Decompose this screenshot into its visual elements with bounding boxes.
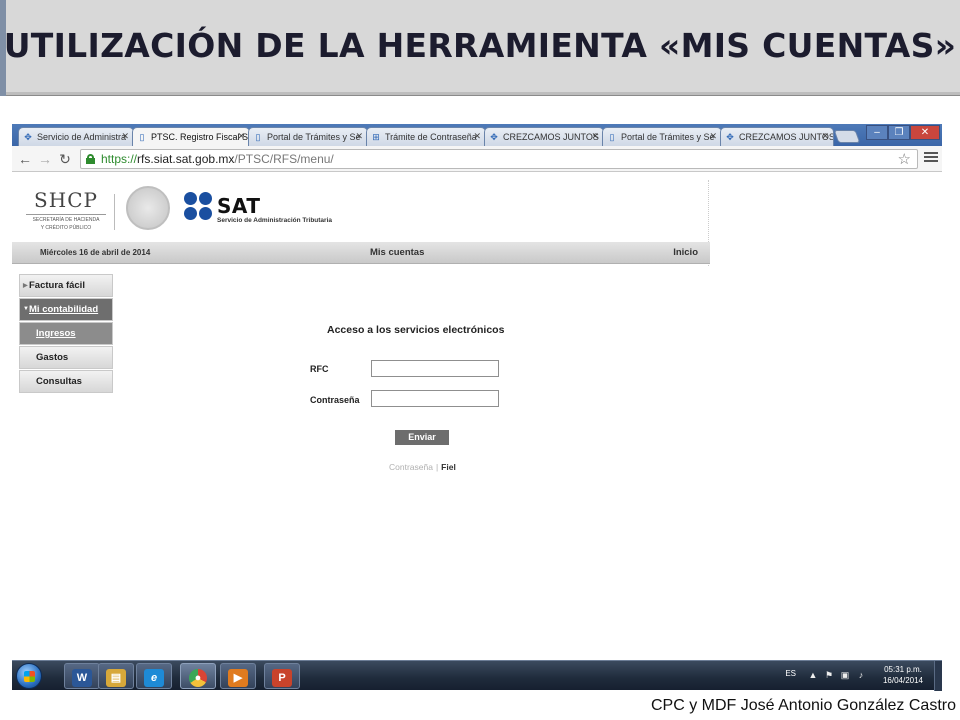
menu-item-factura-facil[interactable]: ▶ Factura fácil	[19, 274, 113, 297]
taskbar-explorer-icon[interactable]: ▤	[98, 663, 134, 689]
menu-item-mi-contabilidad[interactable]: ▼ Mi contabilidad	[19, 298, 113, 321]
fiel-auth-link[interactable]: Fiel	[441, 462, 456, 472]
tab-label: Portal de Trámites y Se	[621, 132, 715, 142]
sat-logo-text: SAT	[217, 194, 261, 218]
maximize-icon[interactable]: ❐	[888, 125, 910, 140]
login-title: Acceso a los servicios electrónicos	[327, 324, 505, 336]
tab-label: PTSC. Registro Fiscal S	[151, 132, 249, 142]
tab-close-icon[interactable]: ✕	[121, 131, 129, 142]
back-arrow-icon[interactable]: ←	[16, 150, 34, 168]
windows-taskbar: W ▤ e ● ▶ P ES ▲ ⚑ ▣ ♪ 05:31 p.m. 16/04/…	[12, 660, 942, 691]
site-navbar: Miércoles 16 de abril de 2014 Mis cuenta…	[12, 242, 710, 264]
national-seal-icon	[126, 186, 170, 230]
tab-label: Trámite de Contraseña	[385, 132, 477, 142]
browser-window: ✥ Servicio de Administra ✕ ▯ PTSC. Regis…	[12, 124, 942, 660]
sat-favicon-icon: ✥	[490, 132, 498, 142]
bookmark-star-icon[interactable]: ☆	[898, 150, 911, 168]
tab-portal-tramites-2[interactable]: ▯ Portal de Trámites y Se ✕	[602, 127, 722, 146]
lock-icon	[86, 154, 95, 164]
action-center-flag-icon[interactable]: ⚑	[824, 670, 834, 680]
window-controls: – ❐ ✕	[866, 125, 940, 141]
new-tab-button[interactable]	[833, 130, 861, 143]
taskbar-powerpoint-icon[interactable]: P	[264, 663, 300, 689]
side-menu: ▶ Factura fácil ▼ Mi contabilidad Ingres…	[19, 274, 113, 394]
menu-item-gastos[interactable]: Gastos	[19, 346, 113, 369]
tab-close-icon[interactable]: ✕	[355, 131, 363, 142]
taskbar-chrome-icon[interactable]: ●	[180, 663, 216, 689]
slide-footer-credit: CPC y MDF José Antonio González Castro	[650, 697, 956, 714]
tab-close-icon[interactable]: ✕	[591, 131, 599, 142]
close-window-icon[interactable]: ✕	[910, 125, 940, 140]
reload-icon[interactable]: ↻	[56, 150, 74, 168]
tab-label: Servicio de Administra	[37, 132, 127, 142]
sat-logo-icon	[184, 192, 214, 222]
taskbar-media-icon[interactable]: ▶	[220, 663, 256, 689]
address-bar[interactable]: https://rfs.siat.sat.gob.mx/PTSC/RFS/men…	[80, 149, 918, 169]
sat-logo-subtitle: Servicio de Administración Tributaria	[217, 217, 332, 224]
rfc-label: RFC	[310, 364, 329, 374]
taskbar-word-icon[interactable]: W	[64, 663, 100, 689]
tab-servicio-administracion[interactable]: ✥ Servicio de Administra ✕	[18, 127, 134, 146]
minimize-icon[interactable]: –	[866, 125, 888, 140]
grid-icon: ⊞	[372, 132, 380, 142]
tab-label: CREZCAMOS JUNTOS	[739, 132, 834, 142]
tab-portal-tramites[interactable]: ▯ Portal de Trámites y Se ✕	[248, 127, 368, 146]
language-indicator[interactable]: ES	[785, 669, 796, 678]
page-icon: ▯	[139, 132, 145, 142]
taskbar-ie-icon[interactable]: e	[136, 663, 172, 689]
tab-ptsc-registro[interactable]: ▯ PTSC. Registro Fiscal S ✕	[132, 127, 250, 146]
network-icon[interactable]: ▣	[840, 670, 850, 680]
forward-arrow-icon[interactable]: →	[36, 150, 54, 168]
shcp-logo: SHCP SECRETARÍA DE HACIENDA Y CRÉDITO PÚ…	[26, 188, 106, 238]
sat-favicon-icon: ✥	[726, 132, 734, 142]
tab-close-icon[interactable]: ✕	[473, 131, 481, 142]
page-icon: ▯	[609, 132, 615, 142]
tab-close-icon[interactable]: ✕	[821, 131, 829, 142]
tab-crezcamos-juntos[interactable]: ✥ CREZCAMOS JUNTOS ✕	[484, 127, 604, 146]
slide-header: UTILIZACIÓN DE LA HERRAMIENTA «MIS CUENT…	[0, 0, 960, 96]
menu-item-consultas[interactable]: Consultas	[19, 370, 113, 393]
section-title: Mis cuentas	[370, 247, 425, 258]
tab-label: Portal de Trámites y Se	[267, 132, 361, 142]
slide-title: UTILIZACIÓN DE LA HERRAMIENTA «MIS CUENT…	[3, 26, 957, 65]
url-text: https://rfs.siat.sat.gob.mx/PTSC/RFS/men…	[101, 152, 334, 166]
triangle-right-icon: ▶	[23, 283, 28, 289]
show-hidden-icons-icon[interactable]: ▲	[808, 670, 818, 680]
volume-icon[interactable]: ♪	[856, 670, 866, 680]
rfc-input[interactable]	[371, 360, 499, 377]
tab-close-icon[interactable]: ✕	[237, 131, 245, 142]
show-desktop-button[interactable]	[934, 661, 942, 691]
tab-close-icon[interactable]: ✕	[709, 131, 717, 142]
start-button-icon[interactable]	[16, 663, 42, 689]
browser-toolbar: ← → ↻ https://rfs.siat.sat.gob.mx/PTSC/R…	[12, 146, 942, 172]
menu-item-ingresos[interactable]: Ingresos	[19, 322, 113, 345]
clock[interactable]: 05:31 p.m. 16/04/2014	[878, 664, 928, 686]
tab-tramite-contrasena[interactable]: ⊞ Trámite de Contraseña ✕	[366, 127, 486, 146]
hamburger-menu-icon[interactable]	[924, 150, 938, 164]
home-link[interactable]: Inicio	[673, 247, 698, 258]
tab-strip: ✥ Servicio de Administra ✕ ▯ PTSC. Regis…	[12, 124, 942, 146]
tab-crezcamos-juntos-2[interactable]: ✥ CREZCAMOS JUNTOS ✕	[720, 127, 834, 146]
page-icon: ▯	[255, 132, 261, 142]
triangle-down-icon: ▼	[23, 306, 29, 312]
logo-divider	[114, 194, 115, 230]
auth-method-links: Contraseña | Fiel	[389, 462, 456, 472]
page-content: SHCP SECRETARÍA DE HACIENDA Y CRÉDITO PÚ…	[12, 172, 942, 660]
submit-button[interactable]: Enviar	[395, 430, 449, 445]
sat-favicon-icon: ✥	[24, 132, 32, 142]
password-label: Contraseña	[310, 395, 360, 405]
password-auth-link[interactable]: Contraseña	[389, 462, 433, 472]
current-date: Miércoles 16 de abril de 2014	[40, 248, 151, 257]
tab-label: CREZCAMOS JUNTOS	[503, 132, 599, 142]
password-input[interactable]	[371, 390, 499, 407]
